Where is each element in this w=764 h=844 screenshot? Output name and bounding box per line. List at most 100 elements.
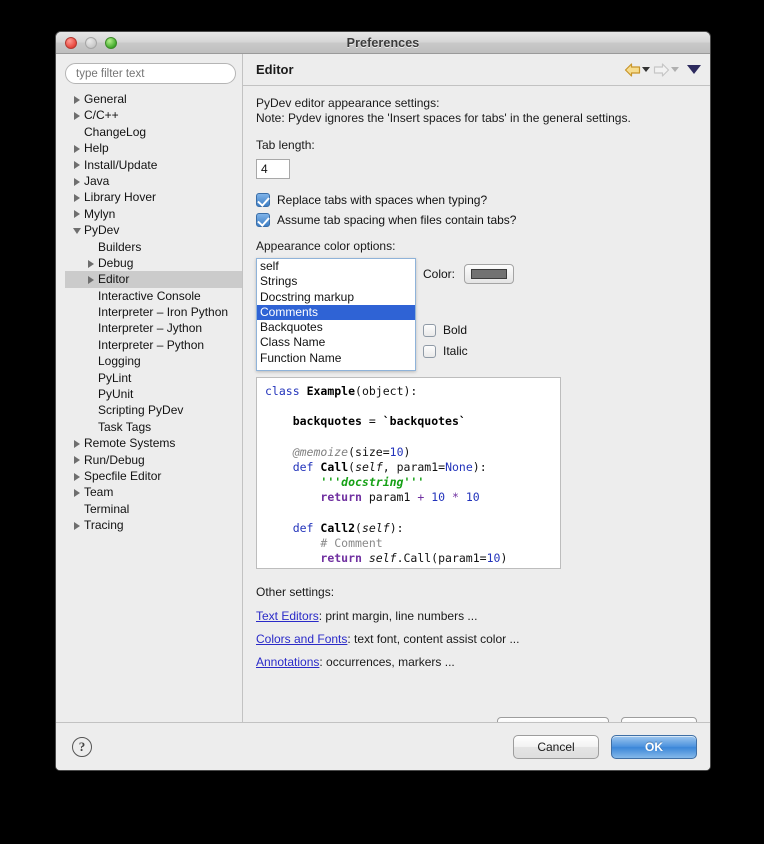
link-description-1: : text font, content assist color ... — [347, 632, 520, 646]
ok-button[interactable]: OK — [611, 734, 697, 759]
color-label: Color: — [423, 267, 456, 281]
sidebar-item-pydev[interactable]: PyDev — [65, 222, 242, 238]
list-item[interactable]: Class Name — [257, 335, 415, 350]
window-traffic-lights — [65, 36, 117, 49]
apply-button[interactable]: Apply — [621, 717, 697, 722]
color-picker-button[interactable] — [464, 264, 515, 284]
sidebar-item-label: Logging — [98, 354, 141, 369]
sidebar-item-interpreter-jython[interactable]: Interpreter – Jython — [65, 320, 242, 336]
sidebar-item-interpreter-iron-python[interactable]: Interpreter – Iron Python — [65, 304, 242, 320]
link-colors-and-fonts[interactable]: Colors and Fonts — [256, 632, 347, 646]
page-body: PyDev editor appearance settings: Note: … — [243, 86, 710, 722]
intro-line-2: Note: Pydev ignores the 'Insert spaces f… — [256, 111, 631, 125]
list-item[interactable]: Function Name — [257, 351, 415, 366]
filter-input[interactable] — [65, 63, 236, 84]
sidebar-item-pyunit[interactable]: PyUnit — [65, 386, 242, 402]
help-icon[interactable]: ? — [72, 736, 92, 757]
chevron-right-icon[interactable] — [73, 455, 82, 465]
sidebar-item-scripting-pydev[interactable]: Scripting PyDev — [65, 402, 242, 418]
sidebar-item-team[interactable]: Team — [65, 484, 242, 500]
checkbox-row-0[interactable]: Replace tabs with spaces when typing? — [256, 193, 697, 207]
appearance-color-options-list[interactable]: self Strings Docstring markup Comments Backq… — [256, 258, 416, 372]
zoom-button[interactable] — [105, 36, 117, 49]
sidebar-item-general[interactable]: General — [65, 91, 242, 107]
chevron-right-icon[interactable] — [87, 259, 96, 268]
back-nav-group[interactable] — [624, 62, 650, 77]
sidebar-item-label: General — [84, 92, 127, 106]
link-annotations[interactable]: Annotations — [256, 655, 319, 669]
chevron-right-icon[interactable] — [73, 144, 82, 153]
code-call2-p1: ( — [355, 520, 362, 535]
list-item-clipped[interactable] — [257, 366, 415, 370]
back-arrow-icon[interactable] — [624, 62, 641, 77]
chevron-right-icon[interactable] — [73, 193, 82, 203]
sidebar-item-help[interactable]: Help — [65, 140, 242, 156]
code-call-rest: .Call(param1= — [396, 551, 487, 566]
minimize-button[interactable] — [85, 36, 97, 49]
sidebar-item-interactive-console[interactable]: Interactive Console — [65, 288, 242, 304]
list-item[interactable]: Strings — [257, 274, 415, 289]
chevron-right-icon[interactable] — [73, 95, 82, 104]
chevron-right-icon[interactable] — [73, 160, 82, 170]
sidebar-item-label: Mylyn — [84, 206, 116, 221]
chevron-right-icon[interactable] — [73, 439, 82, 448]
chevron-right-icon[interactable] — [73, 521, 82, 530]
bold-label: Bold — [443, 323, 468, 337]
sidebar-item-remote-systems[interactable]: Remote Systems — [65, 435, 242, 451]
tab-length-input[interactable] — [256, 159, 290, 179]
sidebar-item-java[interactable]: Java — [65, 173, 242, 189]
sidebar-item-task-tags[interactable]: Task Tags — [65, 419, 242, 435]
link-description-0: : print margin, line numbers ... — [318, 609, 478, 623]
window-title: Preferences — [346, 35, 420, 50]
list-item[interactable]: Comments — [257, 304, 415, 321]
sidebar-item-tracing[interactable]: Tracing — [65, 517, 242, 533]
bold-checkbox[interactable] — [423, 323, 436, 337]
chevron-right-icon[interactable] — [73, 177, 82, 186]
sidebar-item-label: Team — [84, 485, 114, 500]
list-item[interactable]: Backquotes — [257, 320, 415, 335]
chevron-down-icon[interactable] — [73, 226, 82, 235]
checkbox-0[interactable] — [256, 193, 270, 207]
bold-checkbox-row[interactable]: Bold — [423, 323, 653, 337]
sidebar-item-changelog[interactable]: ChangeLog — [65, 124, 242, 140]
chevron-right-icon[interactable] — [73, 111, 82, 121]
list-item[interactable]: Docstring markup — [257, 290, 415, 305]
list-item[interactable]: self — [257, 259, 415, 274]
sidebar-item-mylyn[interactable]: Mylyn — [65, 206, 242, 222]
restore-defaults-button[interactable]: Restore Defaults — [497, 717, 609, 722]
preferences-tree[interactable]: General C/C++ ChangeLog Help Install/Update J… — [65, 91, 242, 722]
tree-spacer-icon — [87, 324, 96, 333]
sidebar-item-install-update[interactable]: Install/Update — [65, 157, 242, 173]
italic-checkbox-row[interactable]: Italic — [423, 344, 653, 358]
chevron-right-icon[interactable] — [73, 472, 82, 481]
code-self-2: self — [361, 520, 390, 535]
sidebar-item-builders[interactable]: Builders — [65, 239, 242, 255]
code-keyword-return-2: return — [320, 551, 362, 566]
sidebar-item-c-c[interactable]: C/C++ — [65, 107, 242, 123]
sidebar-item-pylint[interactable]: PyLint — [65, 370, 242, 386]
sidebar-item-specfile-editor[interactable]: Specfile Editor — [65, 468, 242, 484]
sidebar-item-label: Editor — [98, 272, 130, 287]
checkbox-1[interactable] — [256, 213, 270, 227]
sidebar-item-debug[interactable]: Debug — [65, 255, 242, 271]
view-menu-icon[interactable] — [687, 65, 701, 74]
sidebar-item-run-debug[interactable]: Run/Debug — [65, 452, 242, 468]
sidebar-item-interpreter-python[interactable]: Interpreter – Python — [65, 337, 242, 353]
back-dropdown-icon[interactable] — [642, 67, 650, 72]
code-preview[interactable]: class Example(object): backquotes = `bac… — [256, 377, 561, 569]
link-text-editors[interactable]: Text Editors — [256, 609, 319, 623]
italic-checkbox[interactable] — [423, 344, 436, 358]
sidebar-item-editor[interactable]: Editor — [65, 271, 242, 288]
page-title: Editor — [256, 62, 294, 77]
chevron-right-icon[interactable] — [73, 209, 82, 219]
chevron-right-icon[interactable] — [73, 488, 82, 498]
sidebar-item-library-hover[interactable]: Library Hover — [65, 189, 242, 205]
chevron-right-icon[interactable] — [87, 275, 96, 284]
sidebar-item-logging[interactable]: Logging — [65, 353, 242, 369]
sidebar-item-label: Builders — [98, 239, 142, 254]
window-titlebar[interactable]: Preferences — [56, 32, 710, 54]
checkbox-row-1[interactable]: Assume tab spacing when files contain ta… — [256, 213, 697, 227]
sidebar-item-terminal[interactable]: Terminal — [65, 501, 242, 517]
cancel-button[interactable]: Cancel — [513, 734, 599, 759]
close-button[interactable] — [65, 36, 77, 49]
